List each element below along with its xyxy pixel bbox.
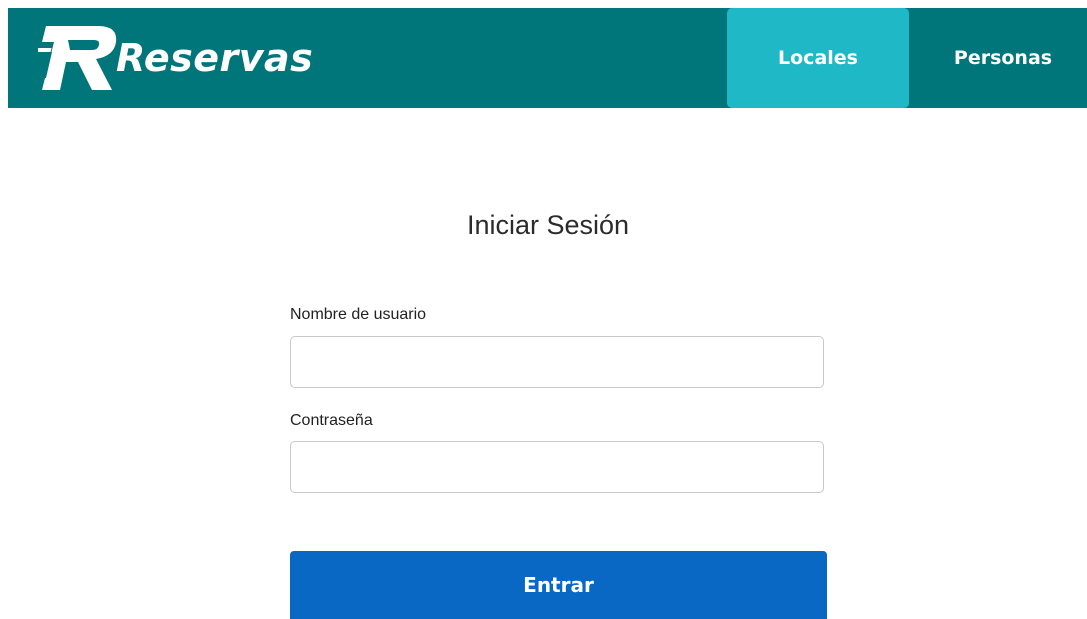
brand-logo[interactable]: Reservas bbox=[38, 22, 313, 94]
r-logo-icon bbox=[38, 26, 117, 90]
password-input[interactable] bbox=[290, 441, 824, 493]
password-label: Contraseña bbox=[290, 412, 373, 429]
nav-item-locales[interactable]: Locales bbox=[727, 8, 909, 108]
page-title: Iniciar Sesión bbox=[466, 210, 630, 240]
username-label: Nombre de usuario bbox=[290, 306, 427, 323]
top-navbar: Reservas Locales Personas bbox=[8, 8, 1087, 108]
username-input[interactable] bbox=[290, 336, 824, 388]
submit-button[interactable]: Entrar bbox=[290, 551, 827, 619]
brand-name: Reservas bbox=[116, 36, 314, 80]
nav-item-personas[interactable]: Personas bbox=[919, 8, 1087, 108]
